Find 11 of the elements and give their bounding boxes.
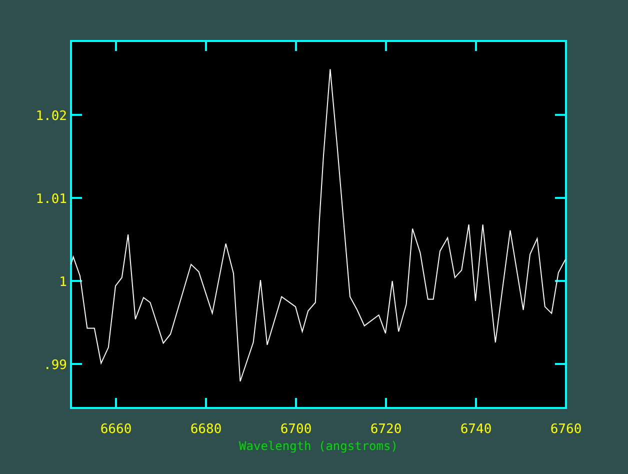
tick-label: 1.02 (36, 108, 67, 124)
tick-label: 1.01 (36, 192, 67, 207)
tick-label: .99 (44, 358, 67, 373)
tick-label: 6740 (460, 422, 492, 437)
tick-label: 6760 (550, 422, 582, 437)
axis-label: Wavelength (angstroms) (239, 439, 398, 453)
tick-label: 6680 (190, 422, 222, 437)
tick-label: 1 (59, 274, 67, 290)
tick-label: 6700 (280, 422, 312, 437)
tick-label: 6720 (370, 422, 402, 437)
tick-label: 6660 (100, 422, 132, 437)
